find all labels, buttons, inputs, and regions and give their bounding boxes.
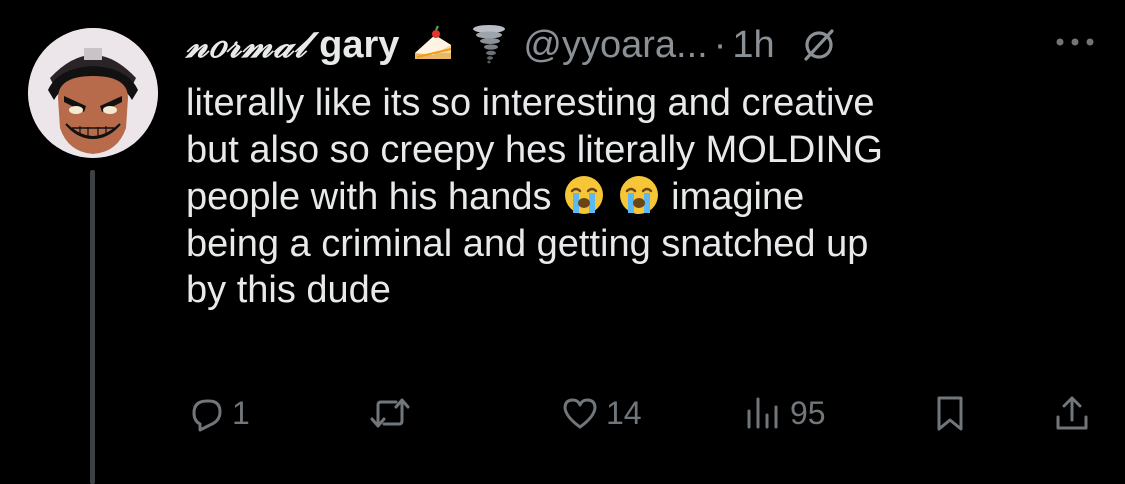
thread-line	[90, 170, 95, 484]
share-icon	[1056, 396, 1088, 430]
user-handle[interactable]: @yyoara...	[523, 24, 707, 67]
tweet-text-line: being a criminal and getting snatched up	[186, 222, 869, 265]
heart-icon	[563, 398, 597, 429]
tornado-emoji-icon	[467, 23, 511, 67]
display-name-styled[interactable]: 𝓃𝑜𝓇𝓂𝒶𝓁	[186, 24, 307, 67]
tweet-text-line: people with his hands imagine	[186, 173, 1086, 221]
reply-icon	[192, 399, 222, 432]
tweet-text-line: but also so creepy hes literally MOLDING	[186, 128, 883, 171]
action-bar: 1 14 95	[0, 390, 1125, 436]
timestamp[interactable]: 1h	[732, 24, 774, 67]
separator-dot: ·	[713, 23, 727, 66]
tweet-text-fragment: imagine	[671, 176, 805, 218]
analytics-icon	[747, 397, 778, 429]
views-button[interactable]: 95	[744, 390, 826, 436]
share-button[interactable]	[1052, 390, 1092, 436]
more-options-icon[interactable]	[1052, 30, 1098, 54]
avatar-image	[28, 28, 158, 158]
bookmark-button[interactable]	[930, 390, 970, 436]
tweet[interactable]: 𝓃𝑜𝓇𝓂𝒶𝓁 gary @yyoara... · 1h literally li…	[0, 0, 1125, 484]
avatar[interactable]	[28, 28, 158, 158]
reply-button[interactable]: 1	[186, 390, 250, 436]
cake-emoji-icon	[411, 23, 455, 67]
tweet-text-line: literally like its so interesting and cr…	[186, 82, 875, 124]
like-button[interactable]: 14	[560, 390, 642, 436]
reply-count: 1	[232, 394, 250, 431]
like-count: 14	[606, 394, 642, 431]
display-name[interactable]: gary	[319, 24, 399, 67]
retweet-icon	[370, 398, 410, 428]
loudly-crying-face-icon	[562, 173, 606, 217]
loudly-crying-face-icon	[617, 173, 661, 217]
bookmark-icon	[937, 396, 963, 431]
tweet-text: literally like its so interesting and cr…	[186, 80, 1086, 314]
muted-conversation-icon[interactable]	[799, 25, 839, 65]
tweet-text-line: by this dude	[186, 269, 391, 311]
tweet-text-fragment: people with his hands	[186, 176, 552, 218]
retweet-button[interactable]	[368, 390, 418, 436]
tweet-header: 𝓃𝑜𝓇𝓂𝒶𝓁 gary @yyoara... · 1h	[186, 18, 839, 72]
views-count: 95	[790, 394, 826, 431]
